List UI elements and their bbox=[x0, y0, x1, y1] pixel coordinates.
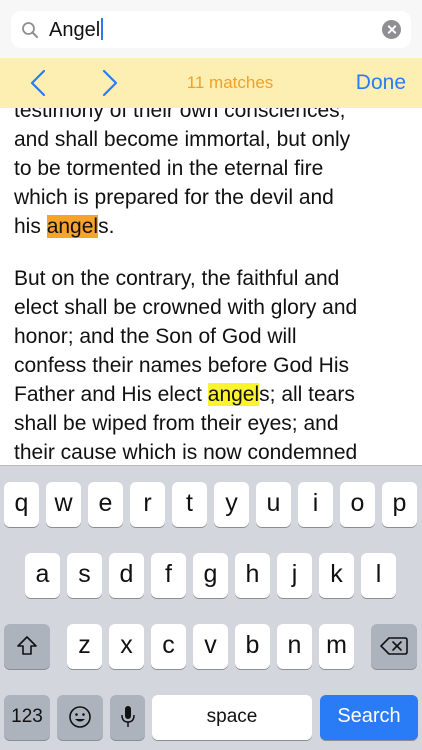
document-content: testimony of their own consciences, and … bbox=[0, 108, 422, 465]
text-segment: s; all tears bbox=[259, 383, 355, 406]
text-line: testimony of their own consciences, bbox=[14, 108, 346, 122]
key-g[interactable]: g bbox=[193, 553, 228, 598]
find-bar: 11 matches Done bbox=[0, 58, 422, 108]
text-line: which is prepared for the devil and bbox=[14, 186, 334, 209]
text-line: honor; and the Son of God will bbox=[14, 325, 297, 348]
key-y[interactable]: y bbox=[214, 482, 249, 527]
key-n[interactable]: n bbox=[277, 624, 312, 669]
key-o[interactable]: o bbox=[340, 482, 375, 527]
text-line: and shall become immortal, but only bbox=[14, 128, 351, 151]
search-bar: Angel bbox=[0, 0, 422, 58]
text-segment: Father and His elect bbox=[14, 383, 208, 406]
key-p[interactable]: p bbox=[382, 482, 417, 527]
key-q[interactable]: q bbox=[4, 482, 39, 527]
done-button[interactable]: Done bbox=[356, 71, 406, 95]
text-line: confess their names before God His bbox=[14, 354, 349, 377]
dictation-key[interactable] bbox=[110, 695, 145, 740]
key-d[interactable]: d bbox=[109, 553, 144, 598]
key-l[interactable]: l bbox=[361, 553, 396, 598]
text-segment: his bbox=[14, 215, 47, 238]
search-input[interactable]: Angel bbox=[11, 11, 411, 48]
key-u[interactable]: u bbox=[256, 482, 291, 527]
next-match-chevron-icon[interactable] bbox=[95, 68, 125, 98]
paragraph: But on the contrary, the faithful and el… bbox=[14, 264, 414, 465]
key-x[interactable]: x bbox=[109, 624, 144, 669]
match-highlight: angel bbox=[207, 383, 260, 406]
text-line: their cause which is now condemned bbox=[14, 441, 358, 464]
search-value: Angel bbox=[49, 18, 104, 42]
key-w[interactable]: w bbox=[46, 482, 81, 527]
shift-key[interactable] bbox=[4, 624, 50, 669]
key-j[interactable]: j bbox=[277, 553, 312, 598]
previous-match-chevron-icon[interactable] bbox=[23, 68, 53, 98]
key-c[interactable]: c bbox=[151, 624, 186, 669]
key-a[interactable]: a bbox=[25, 553, 60, 598]
backspace-key[interactable] bbox=[371, 624, 417, 669]
text-line: to be tormented in the eternal fire bbox=[14, 157, 324, 180]
emoji-icon bbox=[69, 706, 91, 728]
space-key[interactable]: space bbox=[152, 695, 312, 740]
text-line: elect shall be crowned with glory and bbox=[14, 296, 358, 319]
numbers-key[interactable]: 123 bbox=[4, 695, 50, 740]
key-v[interactable]: v bbox=[193, 624, 228, 669]
backspace-icon bbox=[380, 637, 408, 655]
key-i[interactable]: i bbox=[298, 482, 333, 527]
text-segment: s. bbox=[98, 215, 115, 238]
text-line: But on the contrary, the faithful and bbox=[14, 267, 340, 290]
current-match-highlight: angel bbox=[46, 215, 99, 238]
search-icon bbox=[22, 22, 38, 38]
key-m[interactable]: m bbox=[319, 624, 354, 669]
match-count: 11 matches bbox=[186, 73, 274, 92]
key-b[interactable]: b bbox=[235, 624, 270, 669]
key-f[interactable]: f bbox=[151, 553, 186, 598]
key-k[interactable]: k bbox=[319, 553, 354, 598]
text-caret bbox=[101, 18, 104, 40]
paragraph: testimony of their own consciences, and … bbox=[14, 108, 414, 241]
clear-search-icon[interactable] bbox=[382, 20, 401, 39]
key-h[interactable]: h bbox=[235, 553, 270, 598]
key-t[interactable]: t bbox=[172, 482, 207, 527]
key-r[interactable]: r bbox=[130, 482, 165, 527]
microphone-icon bbox=[120, 706, 135, 727]
text-line: shall be wiped from their eyes; and bbox=[14, 412, 339, 435]
shift-icon bbox=[17, 636, 37, 655]
key-e[interactable]: e bbox=[88, 482, 123, 527]
key-s[interactable]: s bbox=[67, 553, 102, 598]
emoji-key[interactable] bbox=[57, 695, 103, 740]
key-z[interactable]: z bbox=[67, 624, 102, 669]
search-key[interactable]: Search bbox=[320, 695, 418, 740]
keyboard: q w e r t y u i o p a s d f g h j k l z … bbox=[0, 465, 422, 750]
